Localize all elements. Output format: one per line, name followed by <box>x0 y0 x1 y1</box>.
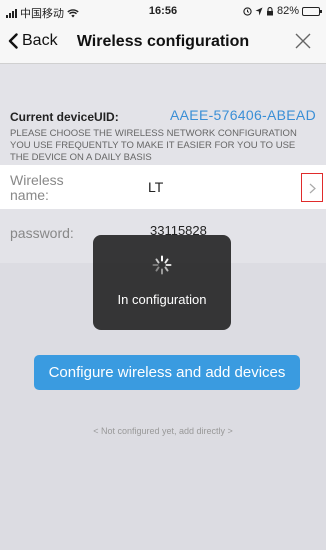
close-icon[interactable] <box>294 32 312 50</box>
device-uid-value: AAEE-576406-ABEAD <box>170 107 316 123</box>
wireless-name-label: Wireless name: <box>10 172 64 203</box>
alarm-icon <box>243 6 252 16</box>
add-directly-link[interactable]: < Not configured yet, add directly > <box>0 426 326 436</box>
device-uid-label: Current deviceUID: <box>10 110 119 124</box>
wireless-name-value: LT <box>148 179 164 195</box>
spinner-icon <box>152 255 172 275</box>
chevron-right-icon <box>309 183 316 194</box>
location-icon <box>255 7 263 15</box>
page-title: Wireless configuration <box>76 33 250 50</box>
loading-toast: In configuration <box>93 235 231 330</box>
wireless-name-row[interactable]: Wireless name: LT <box>0 165 326 209</box>
battery-percent: 82% <box>276 5 299 17</box>
loading-message: In configuration <box>117 292 207 307</box>
status-bar: 中国移动 16:56 82% <box>0 0 326 22</box>
password-label: password: <box>10 225 74 241</box>
configuration-description: PLEASE CHOOSE THE WIRELESS NETWORK CONFI… <box>10 128 297 163</box>
nav-bar: Back Wireless configuration <box>0 22 326 64</box>
select-network-button[interactable] <box>301 173 323 202</box>
status-right: 82% <box>243 5 322 17</box>
battery-icon <box>302 6 322 16</box>
configure-wireless-button[interactable]: Configure wireless and add devices <box>34 355 300 390</box>
lock-rotation-icon <box>266 6 273 15</box>
